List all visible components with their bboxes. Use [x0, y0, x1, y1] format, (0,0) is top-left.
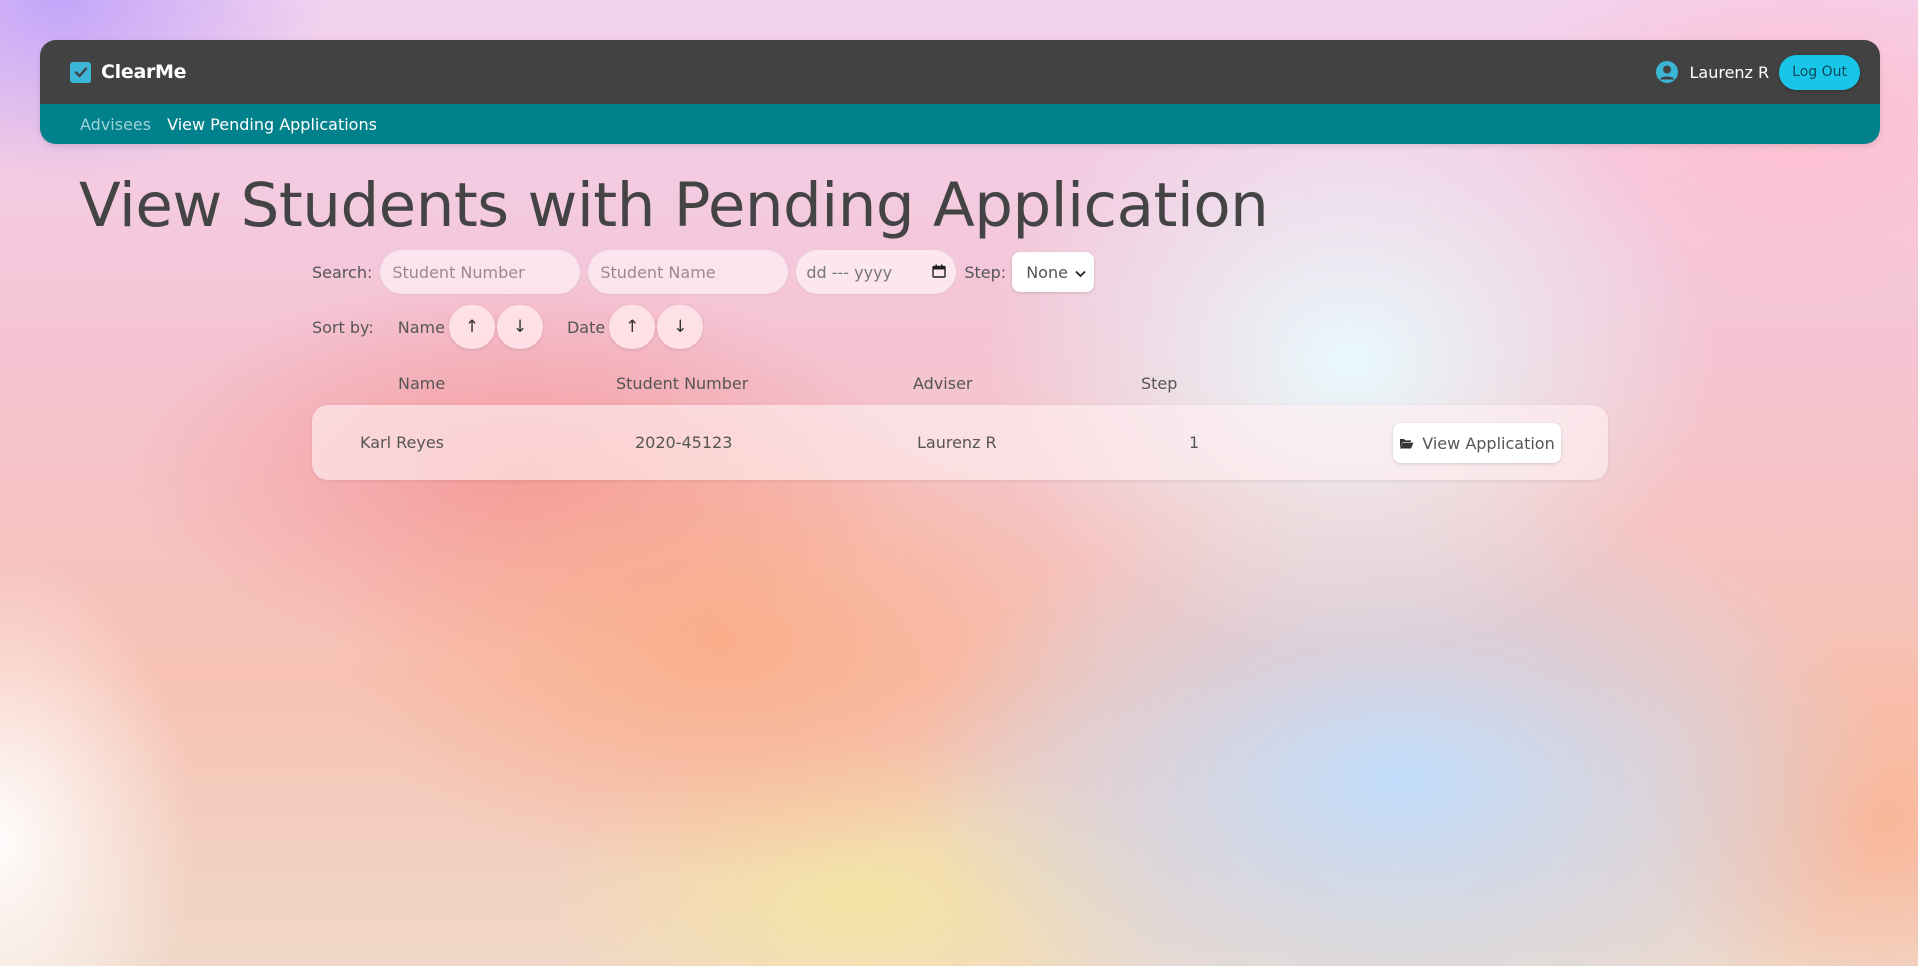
step-label: Step: — [964, 262, 1007, 282]
search-row: Search: dd --- yyyy Step: None — [312, 250, 1095, 294]
view-application-button[interactable]: View Application — [1393, 423, 1561, 463]
sort-label: Sort by: — [312, 317, 374, 337]
search-label: Search: — [312, 262, 373, 282]
user-circle-icon — [1655, 60, 1679, 84]
step-select-value: None — [1026, 262, 1068, 282]
step-select[interactable]: None — [1012, 252, 1095, 292]
checkbox-checked-icon — [70, 61, 91, 83]
brand[interactable]: ClearMe — [70, 61, 187, 83]
student-name-input[interactable] — [588, 250, 789, 294]
date-placeholder: dd --- yyyy — [806, 262, 893, 282]
logout-button[interactable]: Log Out — [1779, 54, 1860, 90]
column-header-step: Step — [1141, 374, 1178, 393]
folder-open-icon — [1399, 434, 1414, 453]
sort-row: Sort by: Name ↑ ↓ Date ↑ ↓ — [312, 305, 704, 349]
nav-link-advisees[interactable]: Advisees — [80, 115, 151, 134]
brand-name: ClearMe — [101, 61, 187, 83]
column-header-adviser: Adviser — [913, 374, 973, 393]
navbar-top: ClearMe Laurenz R Log Out — [40, 40, 1880, 104]
calendar-icon[interactable] — [932, 263, 947, 282]
date-input[interactable]: dd --- yyyy — [796, 250, 957, 294]
sort-name-asc-button[interactable]: ↑ — [448, 305, 495, 349]
sort-date-label: Date — [566, 317, 606, 337]
chevron-down-icon — [1075, 263, 1086, 282]
cell-name: Karl Reyes — [360, 433, 445, 452]
sort-date-asc-button[interactable]: ↑ — [609, 305, 656, 349]
column-header-student-number: Student Number — [616, 374, 749, 393]
cell-adviser: Laurenz R — [917, 433, 997, 452]
sort-name-label: Name — [397, 317, 445, 337]
table-header: Name Student Number Adviser Step — [312, 374, 1608, 394]
navbar: ClearMe Laurenz R Log Out Advisees View … — [40, 40, 1880, 144]
nav-link-view-pending-applications[interactable]: View Pending Applications — [167, 115, 377, 134]
user-name: Laurenz R — [1689, 62, 1770, 82]
cell-student-number: 2020-45123 — [635, 433, 733, 452]
cell-step: 1 — [1189, 433, 1200, 452]
student-number-input[interactable] — [380, 250, 581, 294]
sort-date-desc-button[interactable]: ↓ — [657, 305, 704, 349]
column-header-name: Name — [398, 374, 446, 393]
page-title: View Students with Pending Application — [79, 170, 1269, 241]
user-area: Laurenz R Log Out — [1655, 54, 1860, 90]
view-application-label: View Application — [1422, 433, 1555, 453]
sort-name-desc-button[interactable]: ↓ — [496, 305, 543, 349]
navbar-links: Advisees View Pending Applications — [40, 104, 1880, 144]
table-row: Karl Reyes 2020-45123 Laurenz R 1 View A… — [312, 405, 1608, 480]
